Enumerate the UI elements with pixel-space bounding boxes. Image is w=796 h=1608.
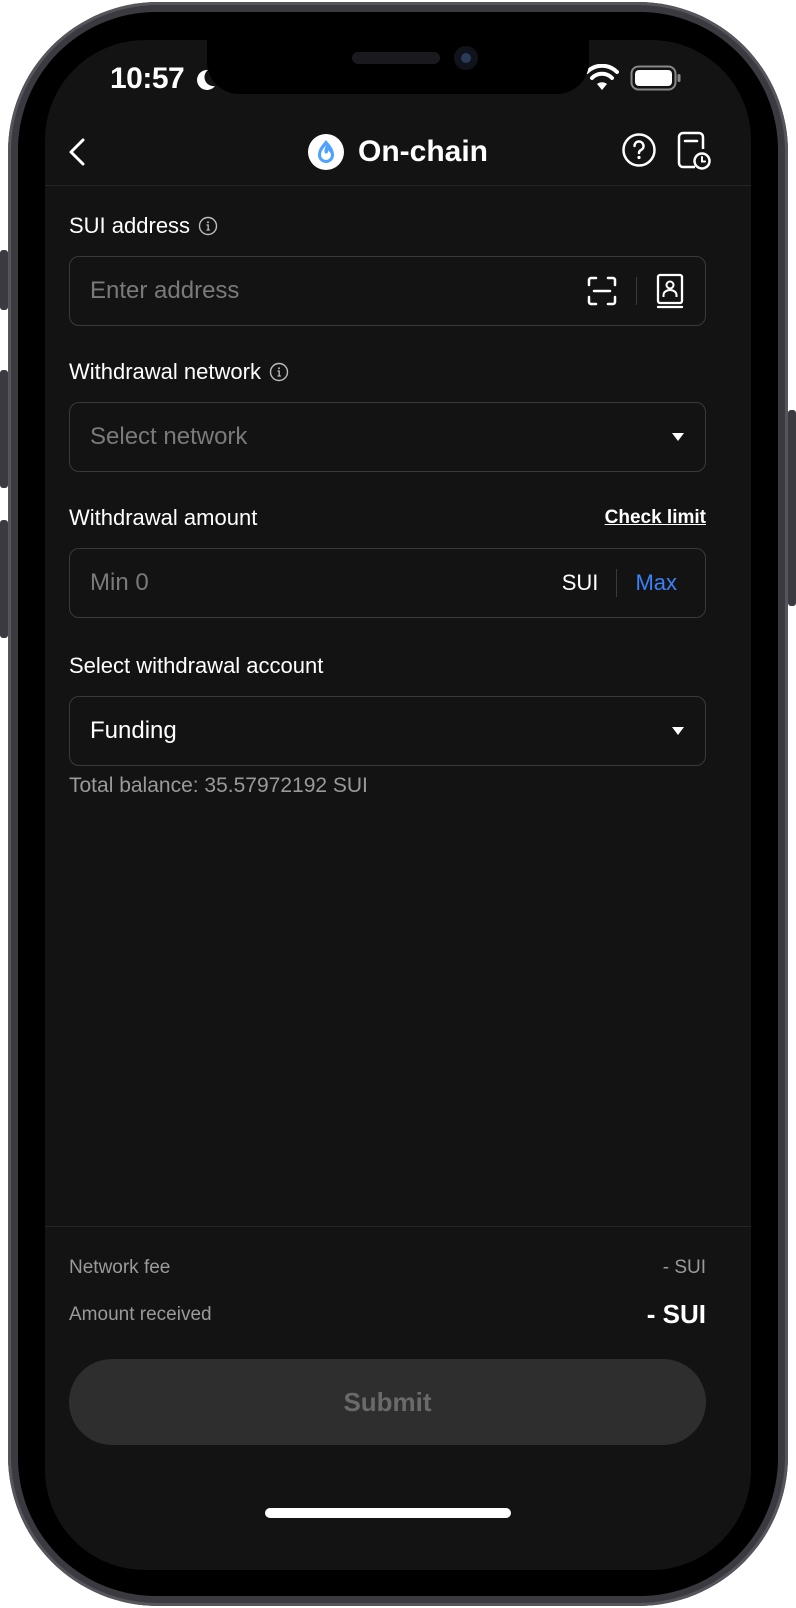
account-select[interactable]: Funding <box>69 696 706 766</box>
divider <box>616 569 618 597</box>
speaker <box>352 52 440 64</box>
address-field[interactable] <box>69 256 706 326</box>
network-fee-label: Network fee <box>69 1257 171 1278</box>
help-icon[interactable] <box>621 132 657 168</box>
caret-down-icon <box>672 433 684 441</box>
network-fee-row: Network fee - SUI <box>69 1257 706 1279</box>
network-fee-value: - SUI <box>662 1257 706 1278</box>
max-button[interactable]: Max <box>635 570 677 596</box>
network-placeholder: Select network <box>90 423 248 450</box>
amount-label: Withdrawal amount <box>69 505 258 530</box>
withdraw-form: SUI address Withdrawal ne <box>69 210 706 798</box>
amount-label-row: Withdrawal amount Check limit <box>69 502 706 534</box>
network-select[interactable]: Select network <box>69 402 706 472</box>
volume-up-button <box>0 370 8 488</box>
amount-received-row: Amount received - SUI <box>69 1299 706 1330</box>
amount-input[interactable] <box>90 569 562 597</box>
divider <box>636 277 637 305</box>
network-label: Withdrawal network <box>69 359 261 384</box>
amount-field[interactable]: SUI Max <box>69 548 706 618</box>
nav-bar: On-chain <box>45 130 751 186</box>
volume-down-button <box>0 520 8 638</box>
amount-received-value: - SUI <box>646 1299 706 1329</box>
address-label-row: SUI address <box>69 210 706 242</box>
page-title: On-chain <box>357 135 488 168</box>
info-icon[interactable] <box>198 216 218 236</box>
notch <box>207 40 589 94</box>
account-label-row: Select withdrawal account <box>69 650 706 682</box>
battery-icon <box>630 65 681 91</box>
home-indicator[interactable] <box>265 1508 511 1518</box>
screen: 10:57 On-chain SUI address Enter address… <box>45 40 751 1570</box>
submit-button[interactable]: Submit <box>69 1359 706 1445</box>
total-balance: Total balance: 35.57972192 SUI <box>69 774 368 797</box>
network-label-row: Withdrawal network <box>69 356 706 388</box>
address-book-icon[interactable] <box>655 273 685 309</box>
account-selected-value: Funding <box>90 717 177 744</box>
address-label: SUI address <box>69 213 191 238</box>
caret-down-icon <box>672 727 684 735</box>
info-icon[interactable] <box>269 362 289 382</box>
front-camera <box>454 46 478 70</box>
sui-logo-icon <box>307 134 344 170</box>
wifi-icon <box>585 64 619 90</box>
amount-received-label: Amount received <box>69 1303 212 1325</box>
silent-switch <box>0 250 8 310</box>
power-button <box>788 410 796 606</box>
address-input[interactable] <box>90 277 586 305</box>
scan-icon[interactable] <box>586 275 618 307</box>
status-time: 10:57 <box>110 62 185 95</box>
check-limit-link[interactable]: Check limit <box>605 507 706 529</box>
summary-panel: Network fee - SUI Amount received - SUI … <box>45 1226 751 1445</box>
amount-unit: SUI <box>561 570 599 595</box>
history-icon[interactable] <box>677 131 711 171</box>
account-label: Select withdrawal account <box>69 653 324 678</box>
